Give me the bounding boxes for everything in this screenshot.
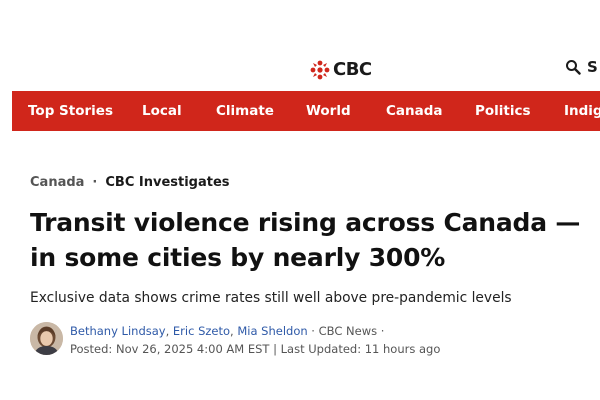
author-separator: , bbox=[165, 324, 173, 338]
nav-item-world[interactable]: World bbox=[306, 91, 351, 131]
article-deck: Exclusive data shows crime rates still w… bbox=[30, 290, 512, 306]
search-label: S bbox=[587, 58, 598, 76]
author-photo bbox=[30, 322, 63, 355]
nav-item-climate[interactable]: Climate bbox=[216, 91, 274, 131]
author-link-bethany-lindsay[interactable]: Bethany Lindsay bbox=[70, 324, 166, 338]
logo-text: CBC bbox=[333, 59, 372, 80]
author-link-eric-szeto[interactable]: Eric Szeto bbox=[173, 324, 230, 338]
nav-item-politics[interactable]: Politics bbox=[475, 91, 531, 131]
breadcrumb-cbc-investigates[interactable]: CBC Investigates bbox=[105, 175, 229, 190]
posted-date: Posted: Nov 26, 2025 4:00 AM EST bbox=[70, 342, 270, 356]
byline-source: CBC News bbox=[318, 324, 378, 338]
breadcrumb-canada[interactable]: Canada bbox=[30, 175, 84, 190]
main-nav: Top Stories Local Climate World Canada P… bbox=[12, 91, 600, 131]
breadcrumb: Canada · CBC Investigates bbox=[30, 175, 230, 190]
nav-item-top-stories[interactable]: Top Stories bbox=[28, 91, 113, 131]
last-updated: Last Updated: 11 hours ago bbox=[280, 342, 441, 356]
breadcrumb-separator: · bbox=[92, 175, 98, 190]
cbc-gem-icon bbox=[310, 60, 330, 80]
byline: Bethany Lindsay, Eric Szeto, Mia Sheldon… bbox=[70, 323, 384, 340]
search-button[interactable]: S bbox=[565, 58, 598, 76]
author-link-mia-sheldon[interactable]: Mia Sheldon bbox=[237, 324, 307, 338]
byline-dot: · bbox=[377, 324, 385, 338]
nav-item-local[interactable]: Local bbox=[142, 91, 182, 131]
search-icon bbox=[566, 60, 581, 75]
nav-item-indigenous[interactable]: Indig bbox=[564, 91, 600, 131]
author-avatar bbox=[30, 322, 63, 355]
cbc-logo[interactable]: CBC bbox=[310, 59, 372, 81]
byline-dot: · bbox=[307, 324, 319, 338]
meta-separator: | bbox=[269, 342, 281, 356]
article-timestamps: Posted: Nov 26, 2025 4:00 AM EST | Last … bbox=[70, 341, 440, 358]
nav-item-canada[interactable]: Canada bbox=[386, 91, 443, 131]
article-headline: Transit violence rising across Canada — … bbox=[30, 208, 581, 272]
